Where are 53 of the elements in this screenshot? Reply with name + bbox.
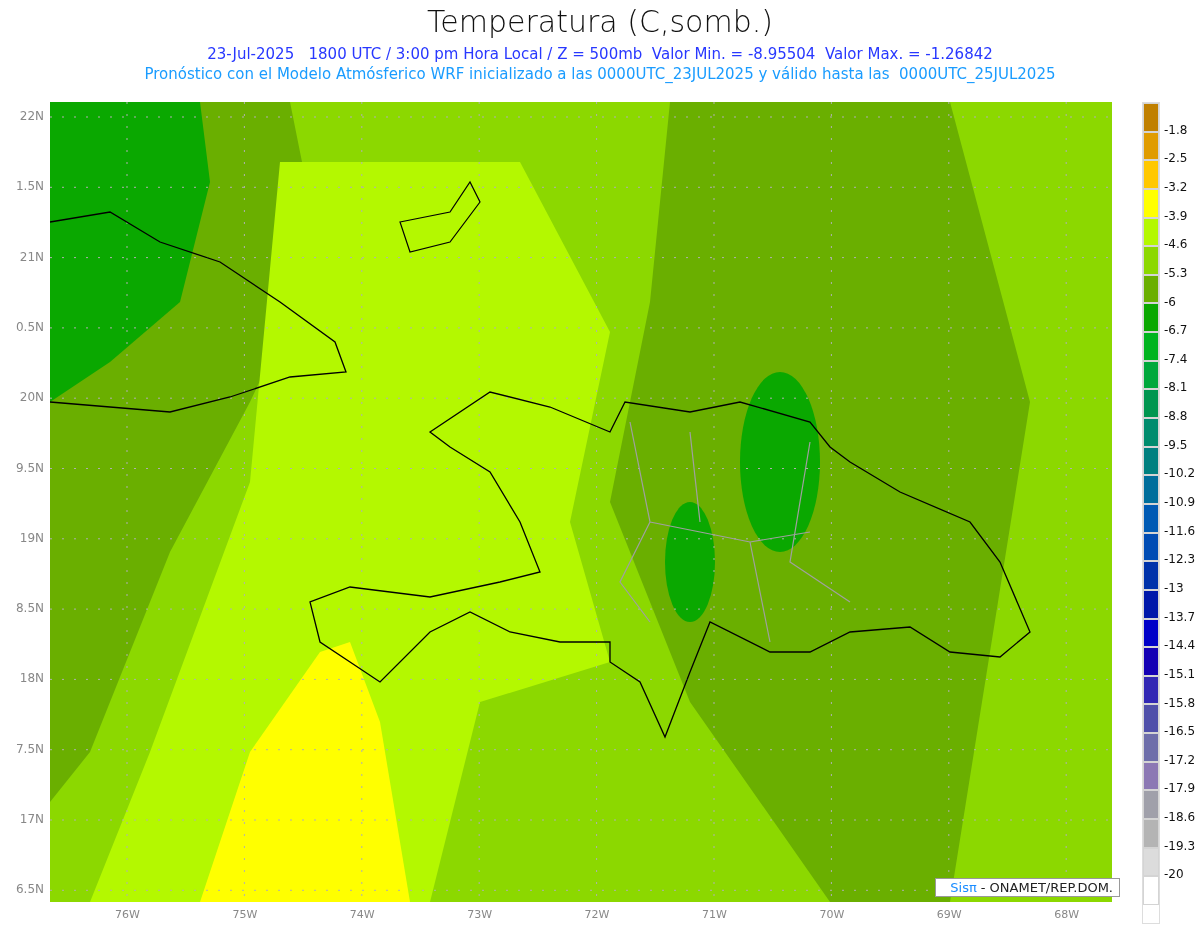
latitude-label: 19N [19,530,44,545]
latitude-label: 22N [19,109,44,123]
latitude-label: 21N [19,249,44,264]
latitude-label: 18N [19,671,44,686]
longitude-label: 76W [115,908,140,921]
scale-label: -3.2 [1164,179,1188,194]
longitude-label: 70W [819,908,845,921]
scale-label: -4.6 [1164,237,1188,252]
scale-label: -11.6 [1164,523,1196,538]
scale-label: -10.2 [1164,466,1196,481]
scale-label: -16.5 [1164,724,1196,739]
scale-label: -6 [1164,294,1176,309]
latitude-label: 20N [19,390,44,405]
scale-label: -6.7 [1164,323,1188,338]
scale-label: -9.5 [1164,437,1188,452]
credit-text: - ONAMET/REP.DOM. [980,880,1113,895]
scale-label: -5.3 [1164,265,1188,280]
latitude-label: 1.5N [15,179,44,194]
map-subtitle: 23-Jul-2025 1800 UTC / 3:00 pm Hora Local / Z = 500mb Valor Min. = -8.95504 Valor Max. = -1.26842 [207,44,993,64]
scale-label: -7.4 [1164,351,1188,366]
scale-label: -3.9 [1164,208,1188,223]
scale-label: -8.1 [1164,380,1188,395]
scale-label: -2.5 [1164,151,1188,166]
scale-label: -14.4 [1164,638,1196,653]
logo-text: Sisπ [950,880,977,895]
forecast-description: Pronóstico con el Modelo Atmósferico WRF inicializado a las 0000UTC_23JUL2025 y válido hasta las 0000UTC_25JUL2025 [144,64,1056,84]
scale-label: -18.6 [1164,810,1196,825]
longitude-label: 68W [1054,908,1080,921]
latitude-label: 0.5N [15,319,44,334]
scale-label: -15.8 [1164,695,1196,710]
scale-label: -19.3 [1164,838,1196,853]
longitude-label: 73W [467,908,493,921]
scale-label: -13.7 [1164,609,1196,624]
longitude-label: 74W [349,908,375,921]
latitude-label: 8.5N [15,601,44,616]
scale-label: -13 [1164,580,1184,595]
longitude-label: 71W [702,908,727,921]
map-title: Temperatura (C,somb.) [427,3,773,41]
scale-label: -15.1 [1164,666,1196,681]
scale-label: -8.8 [1164,409,1188,424]
scale-label: -10.9 [1164,495,1196,509]
longitude-label: 69W [936,908,962,921]
latitude-label: 6.5N [15,882,44,897]
latitude-label: 7.5N [15,741,44,756]
scale-label: -17.9 [1164,781,1196,796]
longitude-label: 75W [232,908,258,921]
latitude-label: 9.5N [15,460,44,475]
scale-label: -12.3 [1164,552,1196,567]
latitude-label: 17N [19,812,44,826]
scale-label: -17.2 [1164,752,1196,767]
scale-label: -20 [1164,867,1184,882]
scale-label: -1.8 [1164,122,1188,137]
longitude-label: 72W [584,908,610,921]
